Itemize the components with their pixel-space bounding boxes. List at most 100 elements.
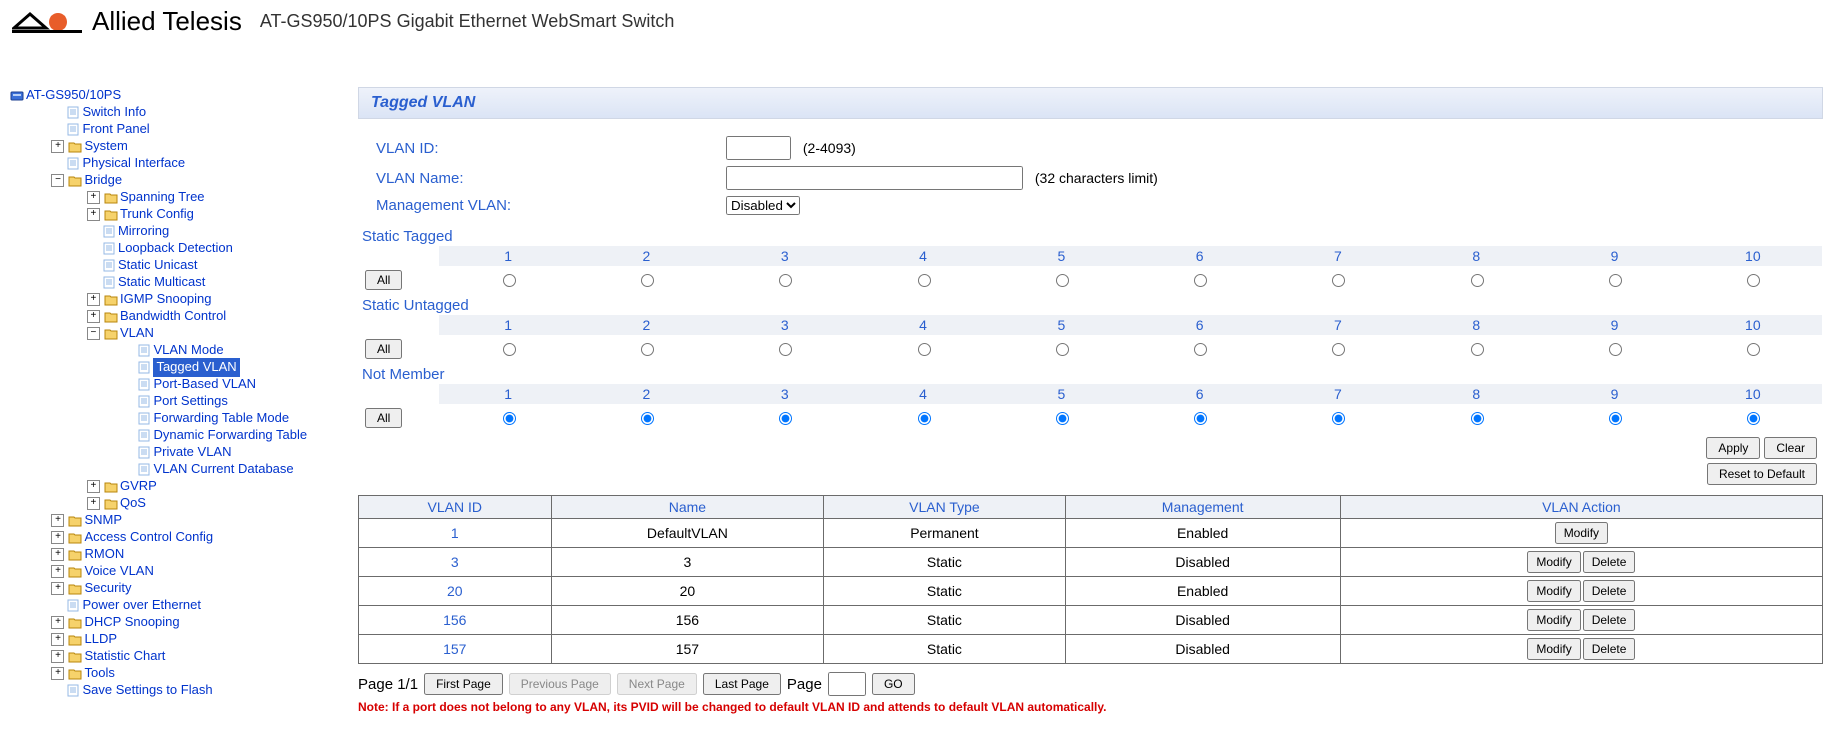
tree-item[interactable]: SNMP xyxy=(84,512,122,528)
tree-item[interactable]: Static Unicast xyxy=(118,257,197,273)
port-radio[interactable] xyxy=(1747,343,1760,356)
tree-expander-icon[interactable]: + xyxy=(87,191,100,204)
tree-item[interactable]: Static Multicast xyxy=(118,274,205,290)
mgmt-vlan-select[interactable]: Disabled xyxy=(726,196,800,215)
tree-item[interactable]: QoS xyxy=(120,495,146,511)
tree-item[interactable]: Mirroring xyxy=(118,223,169,239)
tree-expander-icon[interactable]: + xyxy=(51,565,64,578)
tree-item[interactable]: Spanning Tree xyxy=(120,189,205,205)
tree-item[interactable]: Save Settings to Flash xyxy=(82,682,212,698)
tree-item[interactable]: Loopback Detection xyxy=(118,240,233,256)
clear-button[interactable]: Clear xyxy=(1764,437,1817,459)
tree-item[interactable]: Port-Based VLAN xyxy=(153,376,256,392)
tree-expander-icon[interactable]: − xyxy=(87,327,100,340)
tree-item[interactable]: GVRP xyxy=(120,478,157,494)
tree-expander-icon[interactable]: + xyxy=(87,293,100,306)
tree-expander-icon[interactable]: + xyxy=(51,650,64,663)
tree-item[interactable]: Bandwidth Control xyxy=(120,308,226,324)
tree-item[interactable]: VLAN xyxy=(120,325,154,341)
tree-item[interactable]: LLDP xyxy=(84,631,117,647)
port-radio[interactable] xyxy=(1471,274,1484,287)
port-radio[interactable] xyxy=(641,274,654,287)
port-radio[interactable] xyxy=(503,274,516,287)
tree-item[interactable]: Port Settings xyxy=(153,393,227,409)
tree-item[interactable]: Power over Ethernet xyxy=(82,597,201,613)
tree-expander-icon[interactable]: + xyxy=(51,633,64,646)
port-radio[interactable] xyxy=(641,343,654,356)
tree-expander-icon[interactable]: + xyxy=(87,310,100,323)
tree-item-root[interactable]: AT-GS950/10PS xyxy=(26,87,121,103)
select-all-button[interactable]: All xyxy=(365,270,402,290)
tree-expander-icon[interactable]: − xyxy=(51,174,64,187)
tree-expander-icon[interactable]: + xyxy=(87,497,100,510)
tree-item[interactable]: VLAN Mode xyxy=(153,342,223,358)
port-radio[interactable] xyxy=(1609,412,1622,425)
port-radio[interactable] xyxy=(1471,412,1484,425)
reset-default-button[interactable]: Reset to Default xyxy=(1707,463,1817,485)
tree-item[interactable]: Private VLAN xyxy=(153,444,231,460)
delete-button[interactable]: Delete xyxy=(1583,638,1636,660)
port-radio[interactable] xyxy=(1747,412,1760,425)
port-radio[interactable] xyxy=(1194,274,1207,287)
modify-button[interactable]: Modify xyxy=(1555,522,1608,544)
delete-button[interactable]: Delete xyxy=(1583,609,1636,631)
port-radio[interactable] xyxy=(1332,412,1345,425)
vlan-id-cell[interactable]: 20 xyxy=(359,577,552,606)
delete-button[interactable]: Delete xyxy=(1583,580,1636,602)
previous-page-button[interactable]: Previous Page xyxy=(509,673,611,695)
port-radio[interactable] xyxy=(918,343,931,356)
port-radio[interactable] xyxy=(1609,274,1622,287)
first-page-button[interactable]: First Page xyxy=(424,673,503,695)
tree-expander-icon[interactable]: + xyxy=(51,140,64,153)
last-page-button[interactable]: Last Page xyxy=(703,673,781,695)
tree-expander-icon[interactable]: + xyxy=(51,548,64,561)
tree-expander-icon[interactable]: + xyxy=(51,582,64,595)
port-radio[interactable] xyxy=(918,412,931,425)
tree-expander-icon[interactable]: + xyxy=(51,514,64,527)
port-radio[interactable] xyxy=(1056,343,1069,356)
port-radio[interactable] xyxy=(1471,343,1484,356)
tree-item[interactable]: RMON xyxy=(84,546,124,562)
tree-item[interactable]: Voice VLAN xyxy=(84,563,153,579)
vlan-name-input[interactable] xyxy=(726,166,1023,190)
page-goto-input[interactable] xyxy=(828,672,866,696)
tree-item[interactable]: Access Control Config xyxy=(84,529,213,545)
tree-item[interactable]: DHCP Snooping xyxy=(84,614,179,630)
port-radio[interactable] xyxy=(1194,412,1207,425)
tree-expander-icon[interactable]: + xyxy=(51,667,64,680)
tree-expander-icon[interactable]: + xyxy=(51,531,64,544)
port-radio[interactable] xyxy=(779,343,792,356)
tree-item[interactable]: Statistic Chart xyxy=(84,648,165,664)
port-radio[interactable] xyxy=(503,412,516,425)
tree-item[interactable]: Security xyxy=(84,580,131,596)
modify-button[interactable]: Modify xyxy=(1527,551,1580,573)
select-all-button[interactable]: All xyxy=(365,339,402,359)
tree-item[interactable]: System xyxy=(84,138,127,154)
tree-expander-icon[interactable]: + xyxy=(87,480,100,493)
vlan-id-cell[interactable]: 3 xyxy=(359,548,552,577)
tree-item[interactable]: Dynamic Forwarding Table xyxy=(153,427,307,443)
port-radio[interactable] xyxy=(779,274,792,287)
tree-item[interactable]: IGMP Snooping xyxy=(120,291,212,307)
tree-item[interactable]: Bridge xyxy=(84,172,122,188)
tree-item[interactable]: Switch Info xyxy=(82,104,146,120)
tree-item[interactable]: Forwarding Table Mode xyxy=(153,410,289,426)
port-radio[interactable] xyxy=(1056,412,1069,425)
vlan-id-cell[interactable]: 156 xyxy=(359,606,552,635)
tree-item[interactable]: Tools xyxy=(84,665,114,681)
port-radio[interactable] xyxy=(1056,274,1069,287)
port-radio[interactable] xyxy=(1332,343,1345,356)
modify-button[interactable]: Modify xyxy=(1527,638,1580,660)
port-radio[interactable] xyxy=(779,412,792,425)
page-go-button[interactable]: GO xyxy=(872,673,915,695)
select-all-button[interactable]: All xyxy=(365,408,402,428)
tree-item[interactable]: Physical Interface xyxy=(82,155,185,171)
next-page-button[interactable]: Next Page xyxy=(617,673,697,695)
modify-button[interactable]: Modify xyxy=(1527,580,1580,602)
port-radio[interactable] xyxy=(918,274,931,287)
vlan-id-cell[interactable]: 1 xyxy=(359,519,552,548)
port-radio[interactable] xyxy=(1747,274,1760,287)
apply-button[interactable]: Apply xyxy=(1706,437,1760,459)
vlan-id-cell[interactable]: 157 xyxy=(359,635,552,664)
delete-button[interactable]: Delete xyxy=(1583,551,1636,573)
